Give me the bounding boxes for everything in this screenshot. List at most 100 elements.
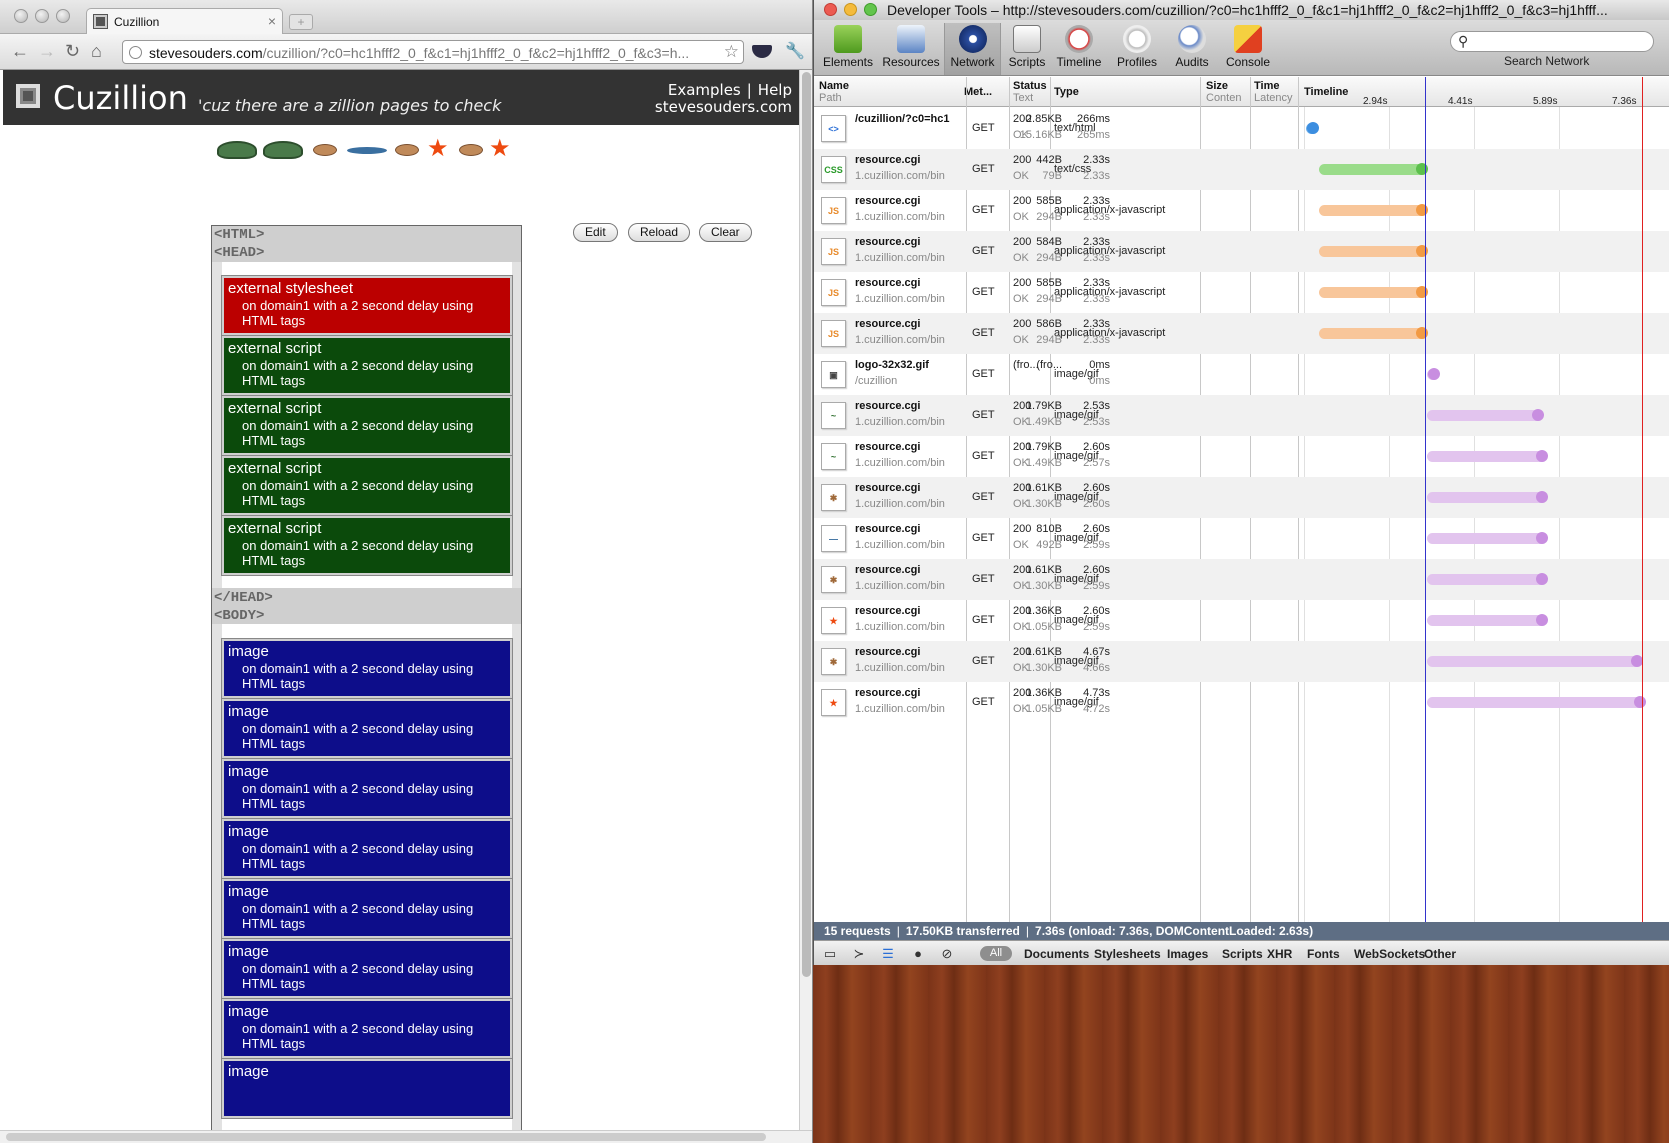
vertical-scrollbar[interactable] bbox=[799, 70, 812, 1130]
network-request-row[interactable]: ★ resource.cgi 1.cuzillion.com/bin GET 200 OK… bbox=[814, 600, 1669, 641]
script-block[interactable]: external script on domain1 with a 2 secon… bbox=[221, 455, 513, 516]
large-rows-icon[interactable]: ☰ bbox=[880, 946, 896, 961]
size-column-header[interactable]: Size Conten bbox=[1206, 80, 1241, 104]
network-request-row[interactable]: ~ resource.cgi 1.cuzillion.com/bin GET 200 OK… bbox=[814, 436, 1669, 477]
tab-profiles[interactable]: Profiles bbox=[1109, 23, 1165, 75]
minimize-window-button[interactable] bbox=[35, 9, 49, 23]
network-request-row[interactable]: ✱ resource.cgi 1.cuzillion.com/bin GET 200 OK… bbox=[814, 641, 1669, 682]
request-name: resource.cgi bbox=[855, 605, 921, 617]
home-icon[interactable]: ⌂ bbox=[91, 41, 102, 62]
address-bar[interactable]: stevesouders.com/cuzillion/?c0=hc1hfff2_… bbox=[122, 40, 744, 64]
network-request-row[interactable]: — resource.cgi 1.cuzillion.com/bin GET 200 OK… bbox=[814, 518, 1669, 559]
time-column-header[interactable]: Time Latency bbox=[1254, 80, 1293, 104]
network-request-row[interactable]: JS resource.cgi 1.cuzillion.com/bin GET 200 O… bbox=[814, 313, 1669, 354]
type-column-header[interactable]: Type bbox=[1054, 86, 1079, 98]
network-request-row[interactable]: JS resource.cgi 1.cuzillion.com/bin GET 200 O… bbox=[814, 190, 1669, 231]
script-block[interactable]: external script on domain1 with a 2 secon… bbox=[221, 515, 513, 576]
tab-elements[interactable]: Elements bbox=[819, 23, 877, 75]
network-request-row[interactable]: ▣ logo-32x32.gif/cuzillion GET (fro... image… bbox=[814, 354, 1669, 395]
network-request-row[interactable]: <>/cuzillion/?c0=hc1 GET 200 OK text/html 2.8… bbox=[814, 108, 1669, 149]
method-column-header[interactable]: Met... bbox=[964, 86, 992, 98]
close-window-button[interactable] bbox=[14, 9, 28, 23]
reload-button[interactable]: Reload bbox=[628, 223, 691, 242]
network-request-row[interactable]: JS resource.cgi 1.cuzillion.com/bin GET 200 O… bbox=[814, 272, 1669, 313]
new-tab-button[interactable]: + bbox=[289, 14, 313, 30]
close-tab-icon[interactable]: × bbox=[268, 13, 276, 29]
clear-icon[interactable]: ⊘ bbox=[939, 946, 955, 961]
extension-bowl-icon[interactable] bbox=[752, 45, 772, 58]
image-block[interactable]: image on domain1 with a 2 second delay us… bbox=[221, 938, 513, 999]
fish-icon[interactable] bbox=[347, 147, 387, 154]
network-request-row[interactable]: ✱ resource.cgi 1.cuzillion.com/bin GET 200 OK… bbox=[814, 559, 1669, 600]
zoom-window-button[interactable] bbox=[864, 3, 877, 16]
timeline-column-header[interactable]: Timeline bbox=[1304, 86, 1348, 98]
dock-icon[interactable]: ▭ bbox=[822, 946, 838, 961]
network-request-row[interactable]: ✱ resource.cgi 1.cuzillion.com/bin GET 200 OK… bbox=[814, 477, 1669, 518]
stylesheet-block[interactable]: external stylesheet on domain1 with a 2 s… bbox=[221, 275, 513, 336]
filter-documents[interactable]: Documents bbox=[1024, 947, 1089, 961]
image-block[interactable]: image on domain1 with a 2 second delay us… bbox=[221, 758, 513, 819]
clear-button[interactable]: Clear bbox=[699, 223, 752, 242]
tab-network[interactable]: Network bbox=[944, 23, 1001, 75]
filter-stylesheets[interactable]: Stylesheets bbox=[1094, 947, 1161, 961]
console-toggle-icon[interactable]: ≻ bbox=[851, 946, 867, 961]
image-block[interactable]: image on domain1 with a 2 second delay us… bbox=[221, 638, 513, 699]
status-column-header[interactable]: Status Text bbox=[1013, 80, 1047, 104]
tab-audits[interactable]: Audits bbox=[1170, 23, 1214, 75]
filter-websockets[interactable]: WebSockets bbox=[1354, 947, 1425, 961]
examples-link[interactable]: Examples bbox=[668, 81, 741, 99]
network-request-row[interactable]: JS resource.cgi 1.cuzillion.com/bin GET 200 O… bbox=[814, 231, 1669, 272]
turtle-icon[interactable] bbox=[217, 141, 257, 159]
image-block[interactable]: image bbox=[221, 1058, 513, 1119]
scrollbar-thumb[interactable] bbox=[6, 1133, 766, 1141]
horizontal-scrollbar[interactable] bbox=[0, 1130, 812, 1143]
site-link[interactable]: stevesouders.com bbox=[655, 99, 792, 116]
browser-tab[interactable]: Cuzillion × bbox=[86, 8, 283, 34]
filter-xhr[interactable]: XHR bbox=[1267, 947, 1292, 961]
filter-images[interactable]: Images bbox=[1167, 947, 1208, 961]
edit-button[interactable]: Edit bbox=[573, 223, 618, 242]
request-path: /cuzillion bbox=[855, 375, 898, 387]
crab-icon[interactable] bbox=[313, 144, 337, 156]
reload-icon[interactable]: ↻ bbox=[65, 41, 80, 62]
starfish-icon[interactable]: ★ bbox=[489, 134, 511, 163]
tab-timeline[interactable]: Timeline bbox=[1052, 23, 1106, 75]
request-latency: 2.59s bbox=[1083, 580, 1110, 592]
search-network-input[interactable]: ⚲ bbox=[1450, 31, 1654, 52]
filter-other[interactable]: Other bbox=[1424, 947, 1456, 961]
crab-icon[interactable] bbox=[395, 144, 419, 156]
minimize-window-button[interactable] bbox=[844, 3, 857, 16]
crab-icon[interactable] bbox=[459, 144, 483, 156]
forward-arrow-icon[interactable]: → bbox=[38, 41, 56, 62]
image-block[interactable]: image on domain1 with a 2 second delay us… bbox=[221, 698, 513, 759]
close-window-button[interactable] bbox=[824, 3, 837, 16]
scrollbar-thumb[interactable] bbox=[802, 72, 811, 977]
filter-scripts[interactable]: Scripts bbox=[1222, 947, 1263, 961]
script-block[interactable]: external script on domain1 with a 2 secon… bbox=[221, 395, 513, 456]
help-link[interactable]: Help bbox=[758, 81, 792, 99]
tab-console[interactable]: Console bbox=[1221, 23, 1275, 75]
image-block[interactable]: image on domain1 with a 2 second delay us… bbox=[221, 878, 513, 939]
filter-fonts[interactable]: Fonts bbox=[1307, 947, 1340, 961]
request-path: 1.cuzillion.com/bin bbox=[855, 416, 945, 428]
time-header-label: Time bbox=[1254, 80, 1280, 92]
image-block[interactable]: image on domain1 with a 2 second delay us… bbox=[221, 998, 513, 1059]
request-name: resource.cgi bbox=[855, 277, 921, 289]
name-column-header[interactable]: Name Path bbox=[819, 80, 849, 104]
filter-all[interactable]: All bbox=[980, 946, 1012, 961]
tab-scripts[interactable]: Scripts bbox=[1006, 23, 1048, 75]
transferred-size: 17.50KB transferred bbox=[905, 924, 1020, 938]
network-request-row[interactable]: ★ resource.cgi 1.cuzillion.com/bin GET 200 OK… bbox=[814, 682, 1669, 723]
wrench-icon[interactable]: 🔧 bbox=[785, 41, 805, 61]
record-icon[interactable]: ● bbox=[910, 946, 926, 961]
starfish-icon[interactable]: ★ bbox=[427, 134, 449, 163]
back-arrow-icon[interactable]: ← bbox=[11, 41, 29, 62]
network-request-row[interactable]: ~ resource.cgi 1.cuzillion.com/bin GET 200 OK… bbox=[814, 395, 1669, 436]
turtle-icon[interactable] bbox=[263, 141, 303, 159]
bookmark-star-icon[interactable]: ☆ bbox=[724, 42, 739, 62]
image-block[interactable]: image on domain1 with a 2 second delay us… bbox=[221, 818, 513, 879]
tab-resources[interactable]: Resources bbox=[880, 23, 942, 75]
network-request-row[interactable]: CSS resource.cgi 1.cuzillion.com/bin GET 200… bbox=[814, 149, 1669, 190]
zoom-window-button[interactable] bbox=[56, 9, 70, 23]
script-block[interactable]: external script on domain1 with a 2 secon… bbox=[221, 335, 513, 396]
